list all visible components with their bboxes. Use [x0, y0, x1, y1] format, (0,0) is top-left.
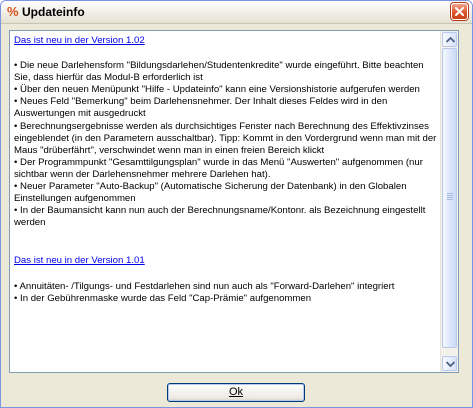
vertical-scrollbar[interactable]	[440, 31, 458, 372]
list-item: • Über den neuen Menüpunkt "Hilfe - Upda…	[14, 84, 420, 96]
scroll-up-button[interactable]	[442, 32, 457, 47]
list-item: • Die neue Darlehensform "Bildungsdarleh…	[14, 60, 424, 84]
updateinfo-content: Das ist neu in der Version 1.02 • Die ne…	[14, 35, 438, 368]
list-item: • In der Baumansicht kann nun auch der B…	[14, 205, 426, 229]
percent-icon: %	[7, 4, 19, 19]
list-item: • Annuitäten- /Tilgungs- und Festdarlehe…	[14, 280, 395, 292]
list-item: • Der Programmpunkt "Gesamttilgungsplan"…	[14, 156, 423, 180]
version-heading-link[interactable]: Das ist neu in der Version 1.01	[14, 255, 438, 267]
window-title: Updateinfo	[22, 5, 85, 19]
list-item: • Neuer Parameter "Auto-Backup" (Automat…	[14, 181, 407, 205]
arrow-up-icon	[446, 37, 455, 43]
scroll-down-button[interactable]	[442, 356, 457, 371]
title-bar[interactable]: % Updateinfo	[1, 1, 472, 24]
list-item: • Berechnungsergebnisse werden als durch…	[14, 120, 437, 156]
updateinfo-textbox[interactable]: Das ist neu in der Version 1.02 • Die ne…	[9, 30, 459, 373]
scrollbar-thumb[interactable]	[442, 48, 457, 348]
version-heading-link[interactable]: Das ist neu in der Version 1.02	[14, 35, 438, 47]
list-item: • Neues Feld "Bemerkung" beim Darlehensn…	[14, 96, 388, 120]
ok-button-label: Ok	[228, 386, 244, 398]
updateinfo-window: % Updateinfo Das ist neu in der Version …	[0, 0, 473, 408]
close-button[interactable]	[451, 3, 468, 20]
list-item: • In der Gebührenmaske wurde das Feld "C…	[14, 292, 312, 304]
close-icon	[455, 7, 464, 16]
arrow-down-icon	[446, 361, 455, 367]
ok-button[interactable]: Ok	[167, 383, 305, 402]
